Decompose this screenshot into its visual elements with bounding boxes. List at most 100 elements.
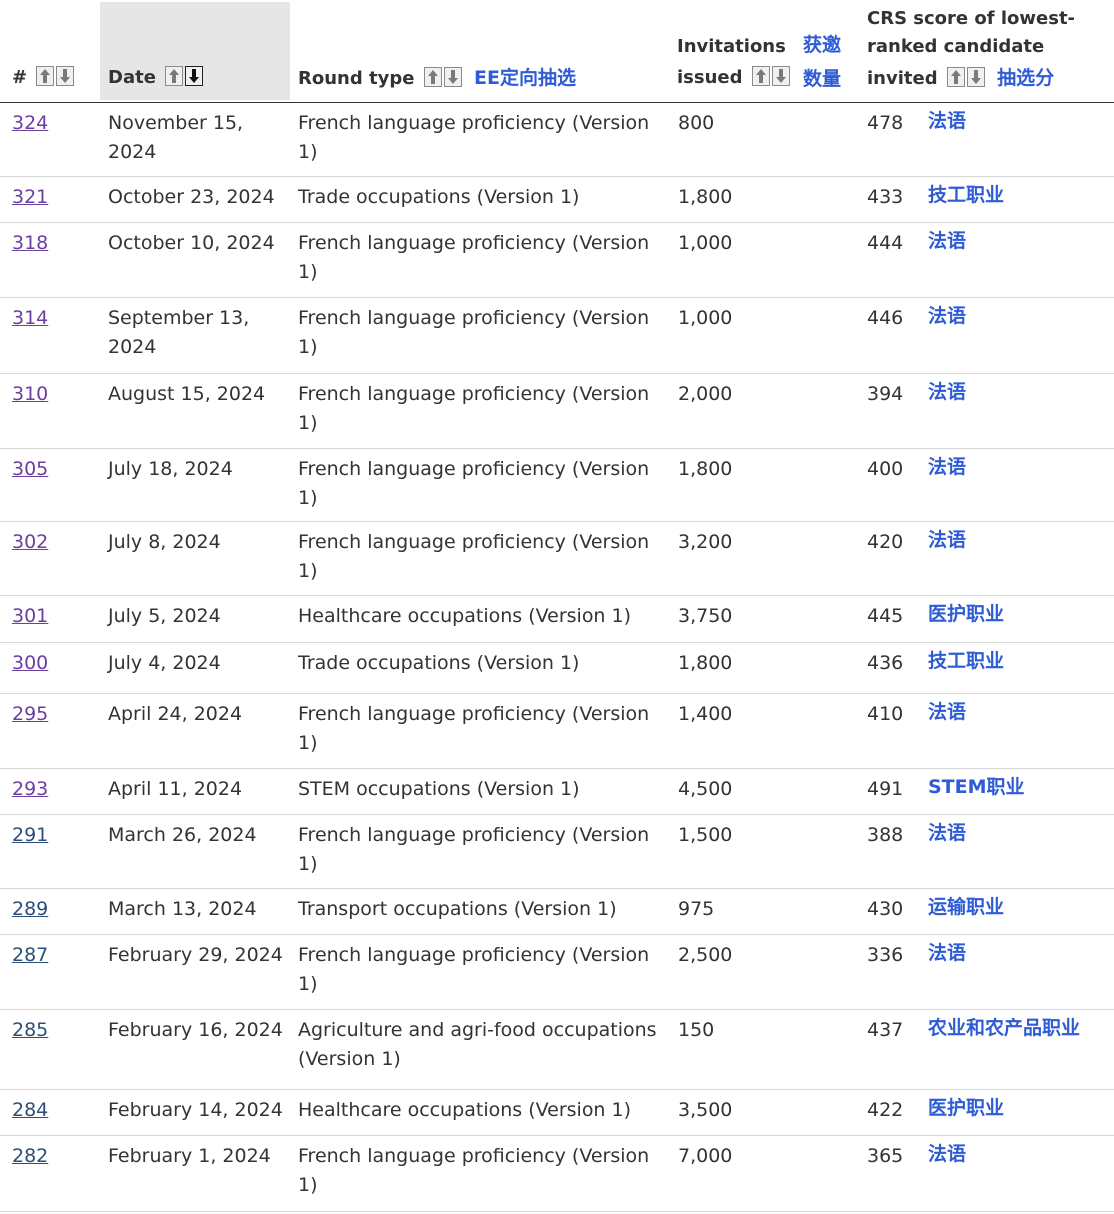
table-row: 295 April 24, 2024 French language profici… — [0, 693, 1114, 769]
crs-score-cell: 437 — [867, 1019, 904, 1041]
sort-asc-button-num[interactable] — [36, 66, 55, 86]
draw-number-text[interactable]: 305 — [12, 458, 48, 480]
draw-number-text[interactable]: 314 — [12, 307, 48, 329]
draw-number-text[interactable]: 284 — [12, 1099, 48, 1121]
header-num: # — [12, 64, 75, 92]
header-crs-line3: invited — [867, 68, 938, 89]
round-tag-cn: 医护职业 — [928, 1097, 1005, 1119]
round-type-cell: Trade occupations (Version 1) — [298, 186, 580, 208]
crs-score-cell: 430 — [867, 898, 904, 920]
sort-asc-button-round[interactable] — [423, 67, 442, 87]
crs-score-cell: 388 — [867, 824, 904, 846]
draw-number-text[interactable]: 324 — [12, 112, 48, 134]
header-invitations-line2: issued — [677, 67, 743, 88]
draw-number-text[interactable]: 318 — [12, 232, 48, 254]
draw-number-link[interactable]: 300 — [12, 649, 48, 678]
date-cell: February 1, 2024 — [108, 1145, 271, 1167]
round-type-cell: French language proficiency (Version 1) — [298, 112, 650, 163]
header-round-type: Round type EE定向抽选 — [298, 64, 576, 93]
draw-number-link[interactable]: 287 — [12, 941, 48, 970]
date-cell: February 14, 2024 — [108, 1099, 283, 1121]
date-cell: April 11, 2024 — [108, 778, 243, 800]
draw-number-text[interactable]: 285 — [12, 1019, 48, 1041]
crs-score-cell: 422 — [867, 1099, 904, 1121]
draw-number-link[interactable]: 295 — [12, 700, 48, 729]
round-type-cell: Healthcare occupations (Version 1) — [298, 605, 632, 627]
round-tag-cn: 法语 — [928, 529, 967, 551]
draw-number-link[interactable]: 289 — [12, 895, 48, 924]
round-tag-cn: 法语 — [928, 230, 967, 252]
table-row: 324 November 15, 2024 French language prof… — [0, 102, 1114, 177]
draw-number-link[interactable]: 310 — [12, 380, 48, 409]
draw-number-link[interactable]: 314 — [12, 304, 48, 333]
invitations-cell: 1,800 — [678, 458, 733, 480]
date-cell: April 24, 2024 — [108, 703, 243, 725]
sort-asc-button-date[interactable] — [165, 66, 184, 86]
invitations-cell: 1,500 — [678, 824, 733, 846]
draw-number-link[interactable]: 282 — [12, 1142, 48, 1171]
round-type-cell: French language proficiency (Version 1) — [298, 307, 650, 358]
invitations-cell: 1,400 — [678, 703, 733, 725]
header-invitations-note2: 数量 — [803, 68, 842, 90]
crs-score-cell: 394 — [867, 383, 904, 405]
header-date: Date — [108, 64, 204, 92]
draw-number-link[interactable]: 302 — [12, 528, 48, 557]
sort-asc-button-invitations[interactable] — [751, 66, 770, 86]
crs-score-cell: 336 — [867, 944, 904, 966]
header-crs-line1: CRS score of lowest- — [867, 8, 1076, 29]
sort-desc-button-num[interactable] — [56, 66, 75, 86]
draw-number-text[interactable]: 310 — [12, 383, 48, 405]
table-row: 284 February 14, 2024 Healthcare occupatio… — [0, 1089, 1114, 1136]
draw-number-link[interactable]: 285 — [12, 1016, 48, 1045]
date-cell: March 26, 2024 — [108, 824, 257, 846]
invitations-cell: 2,000 — [678, 383, 733, 405]
draw-number-link[interactable]: 301 — [12, 602, 48, 631]
sort-asc-button-crs[interactable] — [946, 67, 965, 87]
sort-desc-button-invitations[interactable] — [771, 66, 790, 86]
header-invitations-note1: 获邀 — [803, 34, 842, 56]
draw-number-link[interactable]: 324 — [12, 109, 48, 138]
table-row: 282 February 1, 2024 French language profi… — [0, 1135, 1114, 1212]
invitations-cell: 7,000 — [678, 1145, 733, 1167]
round-type-cell: French language proficiency (Version 1) — [298, 703, 650, 754]
crs-score-cell: 365 — [867, 1145, 904, 1167]
date-cell: November 15, 2024 — [108, 112, 244, 163]
round-tag-cn: 法语 — [928, 942, 967, 964]
draw-number-link[interactable]: 321 — [12, 183, 48, 212]
draw-number-link[interactable]: 305 — [12, 455, 48, 484]
date-cell: October 10, 2024 — [108, 232, 275, 254]
invitations-cell: 1,800 — [678, 652, 733, 674]
draw-number-text[interactable]: 300 — [12, 652, 48, 674]
crs-score-cell: 446 — [867, 307, 904, 329]
draw-number-text[interactable]: 287 — [12, 944, 48, 966]
header-crs: invited 抽选分 — [867, 64, 1054, 93]
table-row: 310 August 15, 2024 French language profic… — [0, 373, 1114, 449]
date-cell: August 15, 2024 — [108, 383, 266, 405]
table-row: 285 February 16, 2024 Agriculture and agri… — [0, 1009, 1114, 1090]
table-header: # Date Round type EE定向抽选 Invitations iss… — [0, 0, 1114, 103]
draw-number-link[interactable]: 291 — [12, 821, 48, 850]
crs-score-cell: 433 — [867, 186, 904, 208]
sort-desc-button-crs[interactable] — [966, 67, 985, 87]
header-date-label: Date — [108, 67, 156, 88]
crs-score-cell: 444 — [867, 232, 904, 254]
header-invitations: issued — [677, 64, 790, 92]
draw-number-text[interactable]: 295 — [12, 703, 48, 725]
draw-number-text[interactable]: 289 — [12, 898, 48, 920]
draw-number-link[interactable]: 293 — [12, 775, 48, 804]
draw-number-text[interactable]: 321 — [12, 186, 48, 208]
draw-number-text[interactable]: 302 — [12, 531, 48, 553]
draw-number-text[interactable]: 291 — [12, 824, 48, 846]
draw-number-link[interactable]: 318 — [12, 229, 48, 258]
sort-desc-button-date-active[interactable] — [185, 66, 204, 86]
round-type-cell: French language proficiency (Version 1) — [298, 531, 650, 582]
sort-desc-button-round[interactable] — [443, 67, 462, 87]
round-type-cell: French language proficiency (Version 1) — [298, 383, 650, 434]
invitations-cell: 2,500 — [678, 944, 733, 966]
draw-number-text[interactable]: 301 — [12, 605, 48, 627]
header-crs-line2: ranked candidate — [867, 36, 1045, 57]
round-tag-cn: STEM职业 — [928, 776, 1025, 798]
draw-number-link[interactable]: 284 — [12, 1096, 48, 1125]
draw-number-text[interactable]: 282 — [12, 1145, 48, 1167]
draw-number-text[interactable]: 293 — [12, 778, 48, 800]
